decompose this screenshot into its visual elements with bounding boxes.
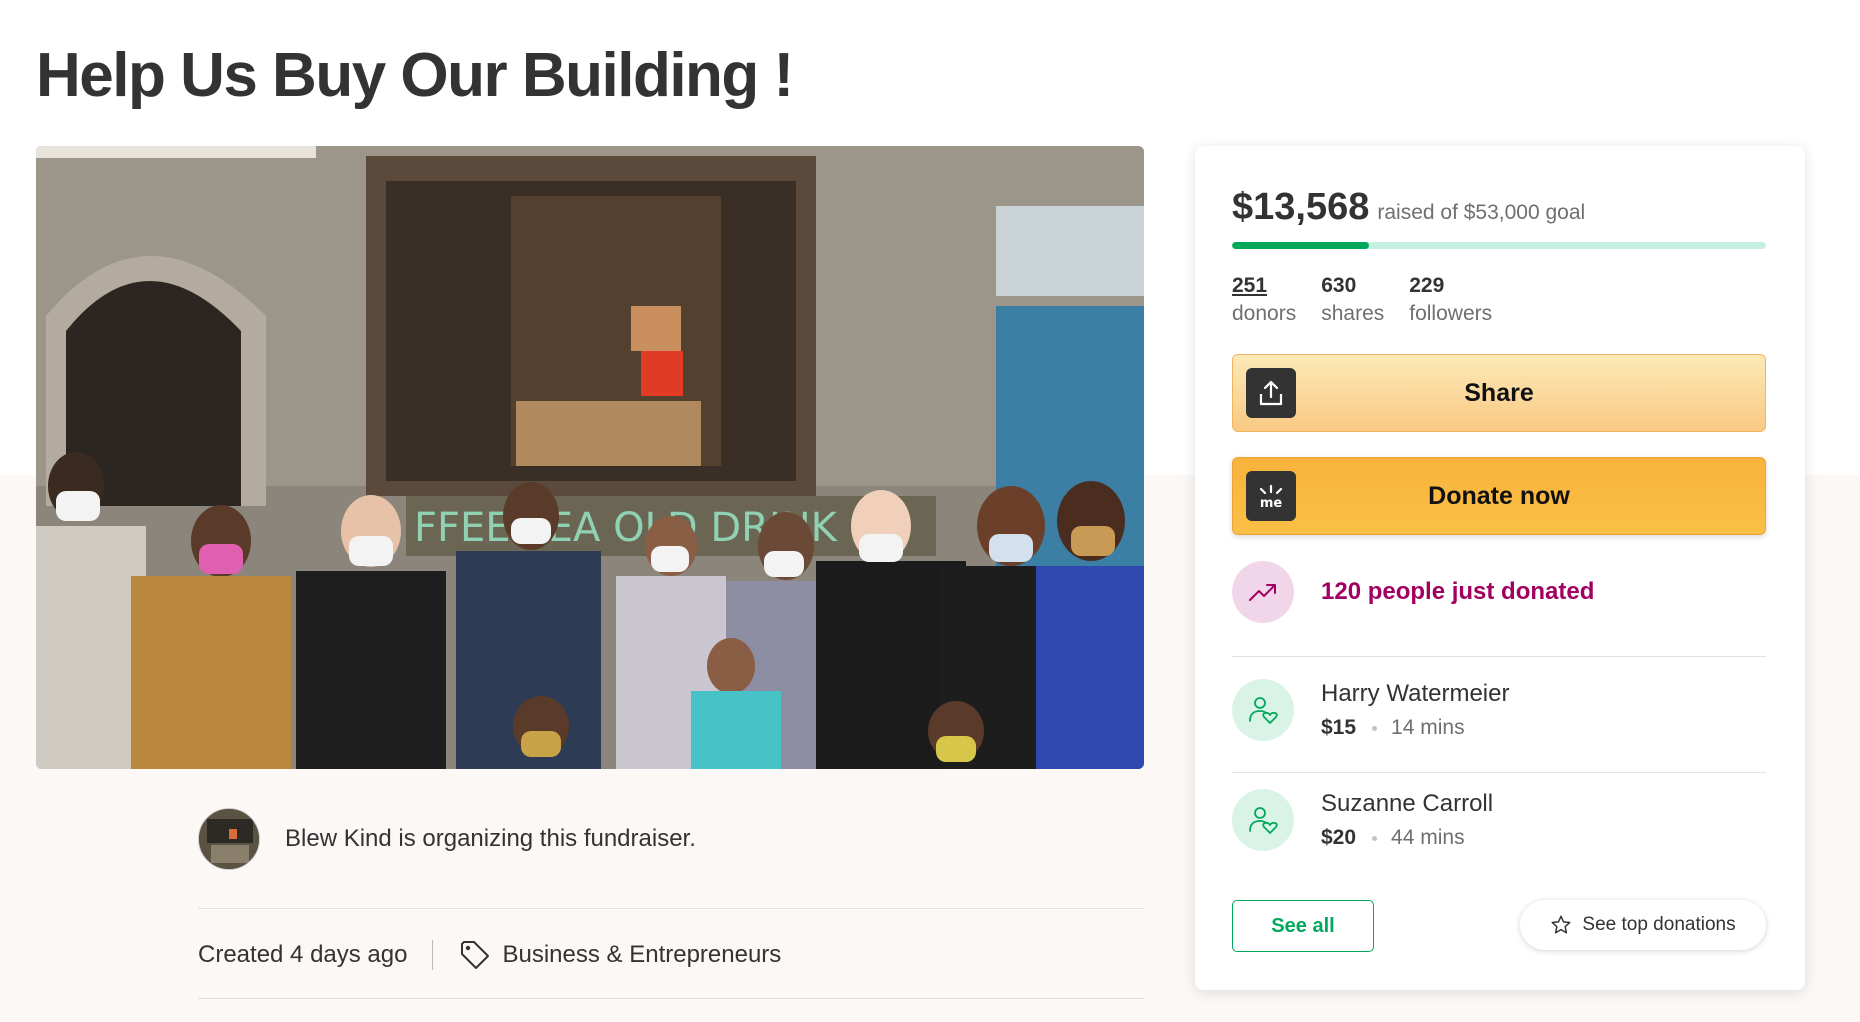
donate-logo-text: me	[1260, 496, 1283, 511]
goal-text: raised of $53,000 goal	[1377, 201, 1586, 224]
organizer-avatar[interactable]	[198, 808, 260, 870]
trending-up-icon	[1232, 561, 1294, 623]
donate-label: Donate now	[1428, 481, 1570, 510]
progress-fill	[1232, 242, 1369, 249]
organizer-row: Blew Kind is organizing this fundraiser.	[198, 808, 696, 870]
donor-name: Harry Watermeier	[1321, 680, 1510, 707]
divider	[198, 998, 1144, 999]
stat-value: 229	[1409, 274, 1445, 297]
star-icon	[1551, 915, 1571, 934]
recent-donations-text: 120 people just donated	[1321, 578, 1595, 605]
stat-label: shares	[1321, 302, 1385, 325]
page-title: Help Us Buy Our Building !	[36, 41, 794, 110]
stat-value[interactable]: 251	[1232, 274, 1296, 298]
divider	[198, 908, 1144, 909]
created-date: Created 4 days ago	[198, 941, 408, 968]
stat-value: 630	[1321, 274, 1357, 297]
raised-amount: $13,568	[1232, 186, 1370, 228]
campaign-meta: Created 4 days ago Business & Entreprene…	[198, 938, 781, 972]
separator-dot	[1372, 725, 1378, 731]
donation-time: 44 mins	[1391, 826, 1465, 849]
donate-now-button[interactable]: me Donate now	[1232, 457, 1766, 535]
see-top-donations-button[interactable]: See top donations	[1520, 900, 1766, 950]
campaign-hero-image[interactable]: FFEE TEA OLD DRINK	[36, 146, 1144, 769]
donation-item: Suzanne Carroll $20 44 mins	[1232, 789, 1493, 851]
stat-donors[interactable]: 251 donors	[1232, 274, 1296, 326]
group-photo-illustration: FFEE TEA OLD DRINK	[36, 146, 1144, 769]
see-top-label: See top donations	[1582, 914, 1736, 935]
gofundme-logo-icon: me	[1246, 471, 1296, 521]
donor-heart-icon	[1232, 789, 1294, 851]
donation-item: Harry Watermeier $15 14 mins	[1232, 679, 1509, 741]
donation-amount: $20	[1321, 826, 1357, 849]
stat-label: followers	[1409, 302, 1493, 325]
donation-sidebar: $13,568 raised of $53,000 goal 251 donor…	[1195, 146, 1805, 990]
divider	[1232, 772, 1766, 773]
stat-label: donors	[1232, 302, 1297, 325]
separator-dot	[1372, 835, 1378, 841]
organizer-text: Blew Kind is organizing this fundraiser.	[285, 825, 696, 852]
donor-name: Suzanne Carroll	[1321, 790, 1494, 817]
recent-donations-banner: 120 people just donated	[1232, 561, 1594, 623]
donor-heart-icon	[1232, 679, 1294, 741]
donation-amount: $15	[1321, 716, 1357, 739]
progress-bar	[1232, 242, 1766, 249]
raised-summary: $13,568 raised of $53,000 goal	[1232, 186, 1585, 229]
category-link[interactable]: Business & Entrepreneurs	[502, 941, 781, 969]
share-upload-icon	[1246, 368, 1296, 418]
divider	[1232, 656, 1766, 657]
avatar-image	[199, 809, 259, 869]
stat-followers: 229 followers	[1409, 274, 1492, 326]
see-all-button[interactable]: See all	[1232, 900, 1374, 952]
tag-icon	[461, 941, 490, 969]
stat-shares: 630 shares	[1321, 274, 1384, 326]
donation-time: 14 mins	[1391, 716, 1465, 739]
share-button[interactable]: Share	[1232, 354, 1766, 432]
stats-row: 251 donors 630 shares 229 followers	[1232, 274, 1517, 326]
meta-separator	[432, 940, 434, 970]
share-label: Share	[1464, 378, 1534, 407]
